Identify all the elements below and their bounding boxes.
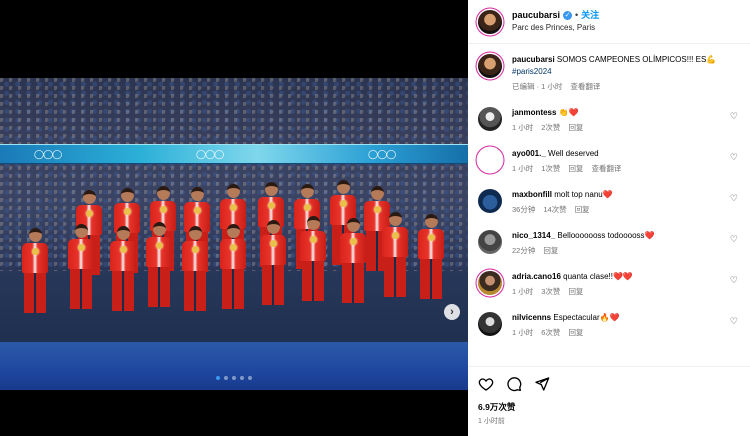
flexed-biceps-emoji: 💪 — [706, 55, 717, 64]
player-figure — [418, 214, 444, 299]
commenter-username[interactable]: ayo001._ — [512, 149, 546, 158]
paper-plane-icon[interactable] — [534, 376, 550, 392]
comment-like-icon[interactable]: ♡ — [730, 316, 738, 327]
comment-item: adria.cano16 quanta clase!!❤️❤️ 1 小时 3次赞… — [478, 271, 740, 298]
carousel-dot[interactable] — [240, 376, 244, 380]
comment-time: 22分钟 — [512, 246, 536, 255]
post-header: paucubarsi ✓ • 关注 Parc des Princes, Pari… — [468, 0, 750, 44]
reply-link[interactable]: 回复 — [543, 245, 558, 257]
olympic-ribbon-banner: ◯◯◯ ◯◯◯ ◯◯◯ — [0, 144, 468, 164]
separator-dot: • — [575, 10, 579, 21]
player-figure — [110, 226, 136, 311]
author-username[interactable]: paucubarsi — [512, 10, 560, 21]
carousel-dots — [216, 376, 252, 380]
reply-link[interactable]: 回复 — [575, 204, 590, 216]
comment-text: quanta clase!!❤️❤️ — [563, 272, 633, 281]
chevron-right-icon: › — [450, 306, 454, 318]
post-caption: paucubarsi SOMOS CAMPEONES OLÍMPICOS!!! … — [478, 50, 740, 93]
commenter-username[interactable]: janmontess — [512, 108, 556, 117]
caption-hashtag[interactable]: #paris2024 — [512, 66, 716, 78]
comment-like-icon[interactable]: ♡ — [730, 275, 738, 286]
post-detail-pane: paucubarsi ✓ • 关注 Parc des Princes, Pari… — [468, 0, 750, 436]
comment-bubble-icon[interactable] — [506, 376, 522, 392]
comment-like-icon[interactable]: ♡ — [730, 111, 738, 122]
reply-link[interactable]: 回复 — [568, 327, 583, 339]
translate-link[interactable]: 查看翻译 — [591, 163, 621, 175]
commenter-avatar[interactable] — [478, 107, 502, 131]
media-pane: ◯◯◯ ◯◯◯ ◯◯◯ › — [0, 0, 468, 436]
commenter-username[interactable]: maxbonfill — [512, 190, 552, 199]
player-figure — [220, 224, 246, 309]
comment-item: nilvicenns Espectacular🔥❤️ 1 小时 6次赞 回复 ♡ — [478, 312, 740, 339]
carousel-dot[interactable] — [248, 376, 252, 380]
comments-section[interactable]: paucubarsi SOMOS CAMPEONES OLÍMPICOS!!! … — [468, 44, 750, 366]
comment-text: Well deserved — [548, 149, 599, 158]
comment-likes[interactable]: 1次赞 — [541, 163, 560, 175]
comment-item: nico_1314_ Bellooooooss todooooss❤️ 22分钟… — [478, 230, 740, 257]
comment-time: 36分钟 — [512, 205, 536, 214]
player-figure — [260, 220, 286, 305]
caption-edited-time: 已编辑 · 1 小时 — [512, 82, 563, 91]
comment-item: ayo001._ Well deserved 1 小时 1次赞 回复 查看翻译 … — [478, 148, 740, 175]
comment-text: molt top nanu❤️ — [554, 190, 613, 199]
player-figure — [146, 222, 172, 307]
player-figure — [68, 224, 94, 309]
comment-text: Espectacular🔥❤️ — [553, 313, 620, 322]
heart-outline-icon[interactable] — [478, 376, 494, 392]
comment-text: Bellooooooss todooooss❤️ — [557, 231, 655, 240]
player-figure — [382, 212, 408, 297]
reply-link[interactable]: 回复 — [568, 163, 583, 175]
post-timestamp: 1 小时前 — [478, 418, 505, 425]
player-figure — [22, 228, 48, 313]
comment-like-icon[interactable]: ♡ — [730, 152, 738, 163]
post-actions: 6.9万次赞 1 小时前 — [468, 366, 750, 426]
caption-avatar[interactable] — [478, 54, 502, 78]
comment-likes[interactable]: 2次赞 — [541, 122, 560, 134]
commenter-avatar[interactable] — [478, 230, 502, 254]
player-figure — [300, 216, 326, 301]
comment-like-icon[interactable]: ♡ — [730, 234, 738, 245]
olympic-rings-icon: ◯◯◯ — [34, 149, 62, 159]
follow-button[interactable]: 关注 — [581, 10, 599, 21]
commenter-username[interactable]: nico_1314_ — [512, 231, 555, 240]
carousel-dot[interactable] — [224, 376, 228, 380]
caption-username[interactable]: paucubarsi — [512, 55, 555, 64]
comment-likes[interactable]: 14次赞 — [543, 204, 566, 216]
carousel-next-button[interactable]: › — [444, 304, 460, 320]
team-group — [14, 180, 454, 380]
commenter-avatar[interactable] — [478, 189, 502, 213]
carousel-dot[interactable] — [232, 376, 236, 380]
comment-likes[interactable]: 3次赞 — [541, 286, 560, 298]
comment-time: 1 小时 — [512, 328, 534, 337]
comment-item: janmontess 👏❤️ 1 小时 2次赞 回复 ♡ — [478, 107, 740, 134]
verified-badge-icon: ✓ — [563, 11, 573, 21]
comment-like-icon[interactable]: ♡ — [730, 193, 738, 204]
caption-text: SOMOS CAMPEONES OLÍMPICOS!!! ES — [556, 55, 707, 64]
author-avatar[interactable] — [478, 9, 502, 34]
reply-link[interactable]: 回复 — [568, 286, 583, 298]
translate-link[interactable]: 查看翻译 — [570, 81, 600, 93]
comment-item: maxbonfill molt top nanu❤️ 36分钟 14次赞 回复 … — [478, 189, 740, 216]
commenter-avatar[interactable] — [478, 312, 502, 336]
comment-time: 1 小时 — [512, 287, 534, 296]
commenter-avatar[interactable] — [478, 148, 502, 172]
player-figure — [182, 226, 208, 311]
olympic-rings-icon: ◯◯◯ — [368, 149, 396, 159]
commenter-avatar[interactable] — [478, 271, 502, 295]
comment-text: 👏❤️ — [558, 108, 579, 117]
comment-likes[interactable]: 6次赞 — [541, 327, 560, 339]
player-figure — [340, 218, 366, 303]
olympic-rings-icon: ◯◯◯ — [196, 149, 224, 159]
commenter-username[interactable]: nilvicenns — [512, 313, 551, 322]
carousel-dot[interactable] — [216, 376, 220, 380]
reply-link[interactable]: 回复 — [568, 122, 583, 134]
comment-time: 1 小时 — [512, 123, 534, 132]
comment-time: 1 小时 — [512, 164, 534, 173]
commenter-username[interactable]: adria.cano16 — [512, 272, 561, 281]
post-location[interactable]: Parc des Princes, Paris — [512, 23, 599, 33]
post-photo[interactable]: ◯◯◯ ◯◯◯ ◯◯◯ › — [0, 78, 468, 390]
likes-count[interactable]: 6.9万次赞 — [478, 401, 740, 413]
